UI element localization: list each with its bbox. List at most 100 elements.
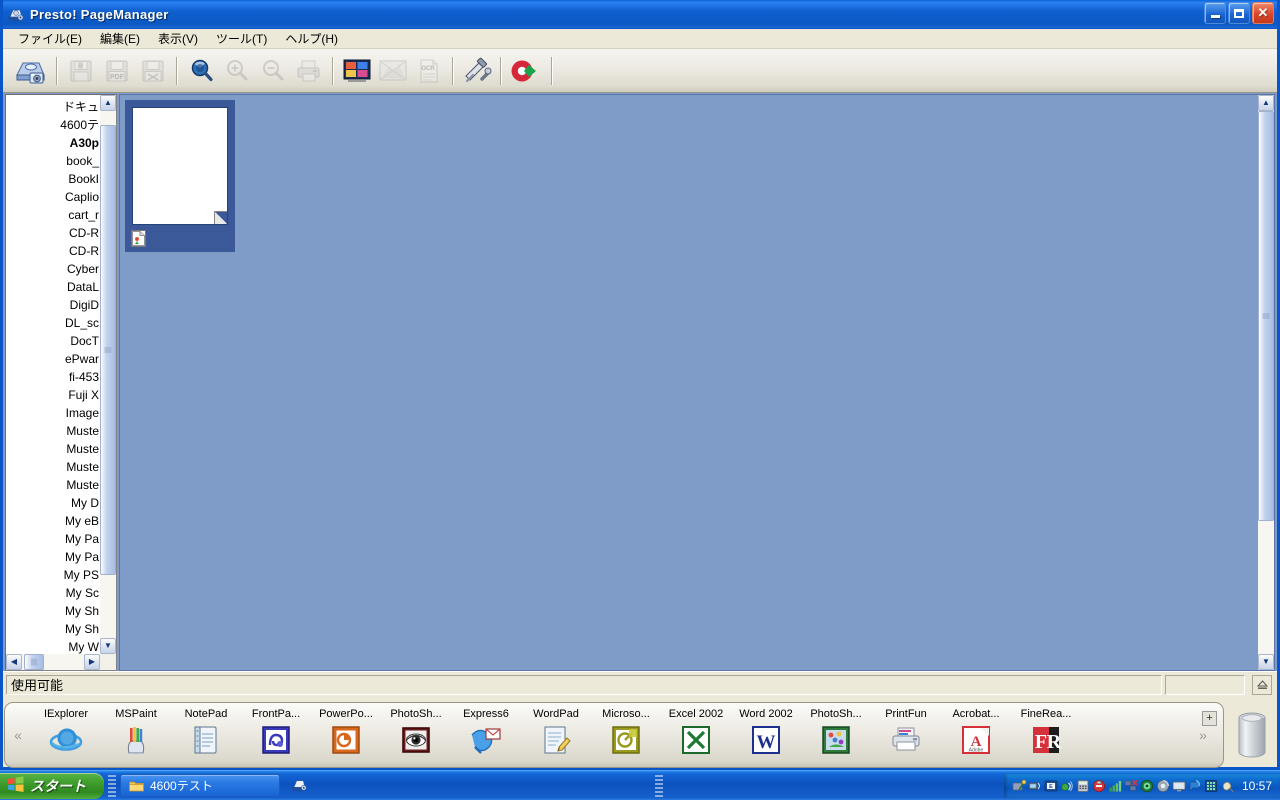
calculator-icon[interactable]	[1076, 779, 1090, 793]
tree-item[interactable]: CD-R	[6, 242, 100, 260]
ime-icon[interactable]: E	[1044, 779, 1058, 793]
tree-scroll-up-button[interactable]: ▲	[100, 95, 116, 111]
thumbnail-view-button[interactable]	[341, 55, 373, 87]
launch-add-button[interactable]: +	[1202, 711, 1217, 726]
menu-file[interactable]: ファイル(E)	[9, 28, 91, 49]
maximize-button[interactable]	[1228, 2, 1250, 24]
trash-can-icon[interactable]	[1224, 700, 1280, 770]
tree-item[interactable]: DL_sc	[6, 314, 100, 332]
frontpage-icon[interactable]	[259, 723, 293, 757]
tree-vertical-scrollbar[interactable]: ▲ ▼	[100, 95, 116, 654]
notepad-icon[interactable]	[189, 723, 223, 757]
tree-item[interactable]: Image	[6, 404, 100, 422]
launch-item[interactable]: FineRea... F R	[1011, 703, 1081, 757]
close-button[interactable]: ✕	[1252, 2, 1274, 24]
bluetooth-icon[interactable]	[1012, 779, 1027, 793]
launch-item[interactable]: NotePad	[171, 703, 241, 757]
finereader-icon[interactable]: FR	[1029, 723, 1063, 757]
tree-scroll-thumb[interactable]	[100, 125, 116, 575]
messenger-icon[interactable]	[1188, 779, 1202, 793]
acquire-scan-button[interactable]	[11, 52, 49, 90]
display-icon[interactable]	[1172, 779, 1186, 793]
task-button-pagemanager[interactable]	[283, 774, 316, 797]
photoshop-icon[interactable]	[819, 723, 853, 757]
folder-tree-panel[interactable]: ドキュ 4600テ A30p book_ BookI Caplio cart_r CD-R CD…	[5, 94, 117, 671]
tree-item[interactable]: Cyber	[6, 260, 100, 278]
tree-scroll-track[interactable]	[100, 111, 116, 638]
launch-item[interactable]: PhotoSh...	[801, 703, 871, 757]
launch-item[interactable]: PrintFun	[871, 703, 941, 757]
tree-hscroll-thumb[interactable]	[24, 654, 44, 670]
tree-item[interactable]: Muste	[6, 440, 100, 458]
workspace-scroll-down-button[interactable]: ▼	[1258, 654, 1274, 670]
signal-bars-icon[interactable]	[1108, 779, 1122, 793]
taskbar-grip[interactable]	[108, 774, 116, 797]
preview-search-button[interactable]	[185, 55, 217, 87]
tree-item[interactable]: BookI	[6, 170, 100, 188]
tree-item[interactable]: My Sh	[6, 602, 100, 620]
start-button[interactable]: スタート	[0, 773, 104, 799]
launch-item[interactable]: Excel 2002	[661, 703, 731, 757]
ocr-button[interactable]: OCR	[413, 55, 445, 87]
minimize-button[interactable]	[1204, 2, 1226, 24]
launch-item[interactable]: IExplorer	[31, 703, 101, 757]
network-disconnected-icon[interactable]	[1124, 779, 1138, 793]
safely-remove-icon[interactable]	[1092, 779, 1106, 793]
tree-item[interactable]: CD-R	[6, 224, 100, 242]
tree-item[interactable]: Caplio	[6, 188, 100, 206]
wordpad-icon[interactable]	[539, 723, 573, 757]
tree-item[interactable]: cart_r	[6, 206, 100, 224]
tree-scroll-down-button[interactable]: ▼	[100, 638, 116, 654]
print-button[interactable]	[293, 55, 325, 87]
launch-item[interactable]: PowerPo...	[311, 703, 381, 757]
launch-scroll-left-button[interactable]: «	[5, 703, 31, 767]
tree-item[interactable]: Fuji X	[6, 386, 100, 404]
tree-item[interactable]: DigiD	[6, 296, 100, 314]
launch-item[interactable]: Word 2002 W	[731, 703, 801, 757]
document-thumbnail[interactable]	[125, 100, 235, 252]
workspace-vertical-scrollbar[interactable]: ▲ ▼	[1258, 95, 1274, 670]
save-button[interactable]	[65, 55, 97, 87]
ms-paint-icon[interactable]	[119, 723, 153, 757]
tree-item[interactable]: My W	[6, 638, 100, 654]
zoom-in-button[interactable]	[221, 55, 253, 87]
internet-explorer-icon[interactable]	[49, 723, 83, 757]
mouse-icon[interactable]	[1220, 779, 1234, 793]
printer-fun-icon[interactable]	[889, 723, 923, 757]
workspace-scroll-track[interactable]	[1258, 111, 1274, 654]
tree-item[interactable]: book_	[6, 152, 100, 170]
excel-icon[interactable]	[679, 723, 713, 757]
tree-item[interactable]: fi-453	[6, 368, 100, 386]
save-pdf-button[interactable]: PDF	[101, 55, 133, 87]
tree-item[interactable]: A30p	[6, 134, 100, 152]
launch-item[interactable]: WordPad	[521, 703, 591, 757]
menu-tools[interactable]: ツール(T)	[207, 28, 276, 49]
launch-item[interactable]: Microso...	[591, 703, 661, 757]
presto-logo-button[interactable]	[509, 55, 541, 87]
zoom-out-button[interactable]	[257, 55, 289, 87]
workspace-scroll-thumb[interactable]	[1258, 111, 1274, 521]
tree-item[interactable]: 4600テ	[6, 116, 100, 134]
tree-item[interactable]: My Pa	[6, 548, 100, 566]
tree-scroll-left-button[interactable]: ◀	[6, 654, 22, 670]
outlook-express-icon[interactable]	[469, 723, 503, 757]
launch-item[interactable]: Express6	[451, 703, 521, 757]
tray-grip[interactable]	[655, 774, 664, 797]
microsoft-office-icon[interactable]	[609, 723, 643, 757]
workspace-scroll-up-button[interactable]: ▲	[1258, 95, 1274, 111]
tree-hscroll-track[interactable]	[22, 654, 84, 670]
task-button-folder[interactable]: 4600テスト	[120, 774, 280, 797]
tree-item[interactable]: Muste	[6, 458, 100, 476]
launch-item[interactable]: FrontPa...	[241, 703, 311, 757]
photoshop-eye-icon[interactable]	[399, 723, 433, 757]
tree-scroll-right-button[interactable]: ▶	[84, 654, 100, 670]
tree-item[interactable]: My Pa	[6, 530, 100, 548]
network-monitor-icon[interactable]	[1028, 779, 1042, 793]
tray-clock[interactable]: 10:57	[1242, 779, 1272, 793]
acrobat-icon[interactable]: A Adobe	[959, 723, 993, 757]
tools-button[interactable]	[461, 55, 493, 87]
tree-item[interactable]: DocT	[6, 332, 100, 350]
antivirus-icon[interactable]	[1140, 779, 1154, 793]
menu-view[interactable]: 表示(V)	[149, 28, 207, 49]
window-titlebar[interactable]: Presto! PageManager ✕	[3, 0, 1277, 29]
